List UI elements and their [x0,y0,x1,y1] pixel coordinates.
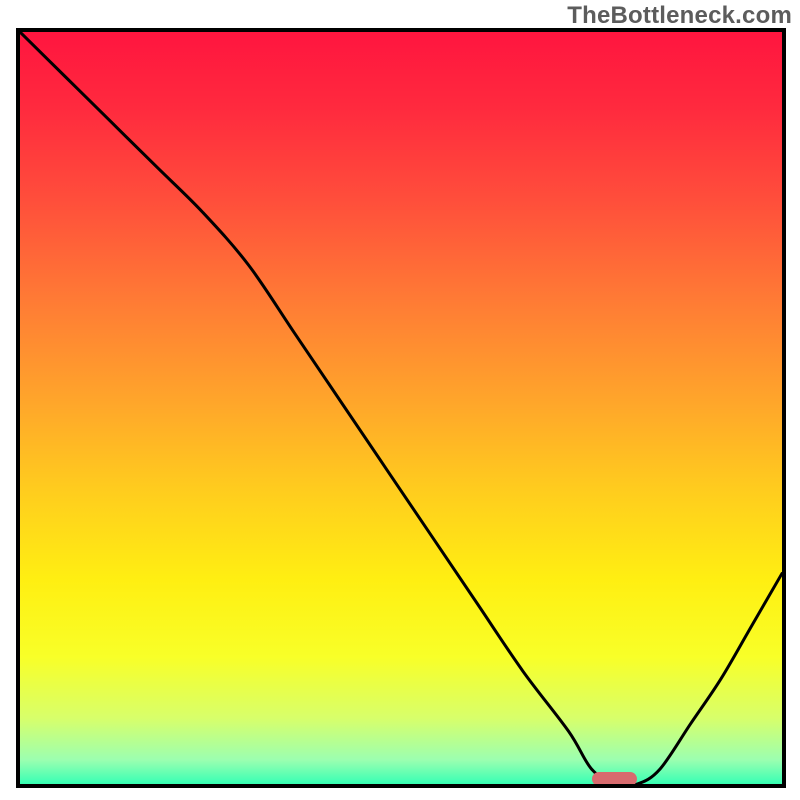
watermark-text: TheBottleneck.com [567,2,792,30]
curve-path [20,32,782,784]
plot-frame [16,28,786,788]
chart-container: TheBottleneck.com [0,0,800,800]
optimal-marker [592,772,638,786]
bottleneck-curve [20,32,782,784]
